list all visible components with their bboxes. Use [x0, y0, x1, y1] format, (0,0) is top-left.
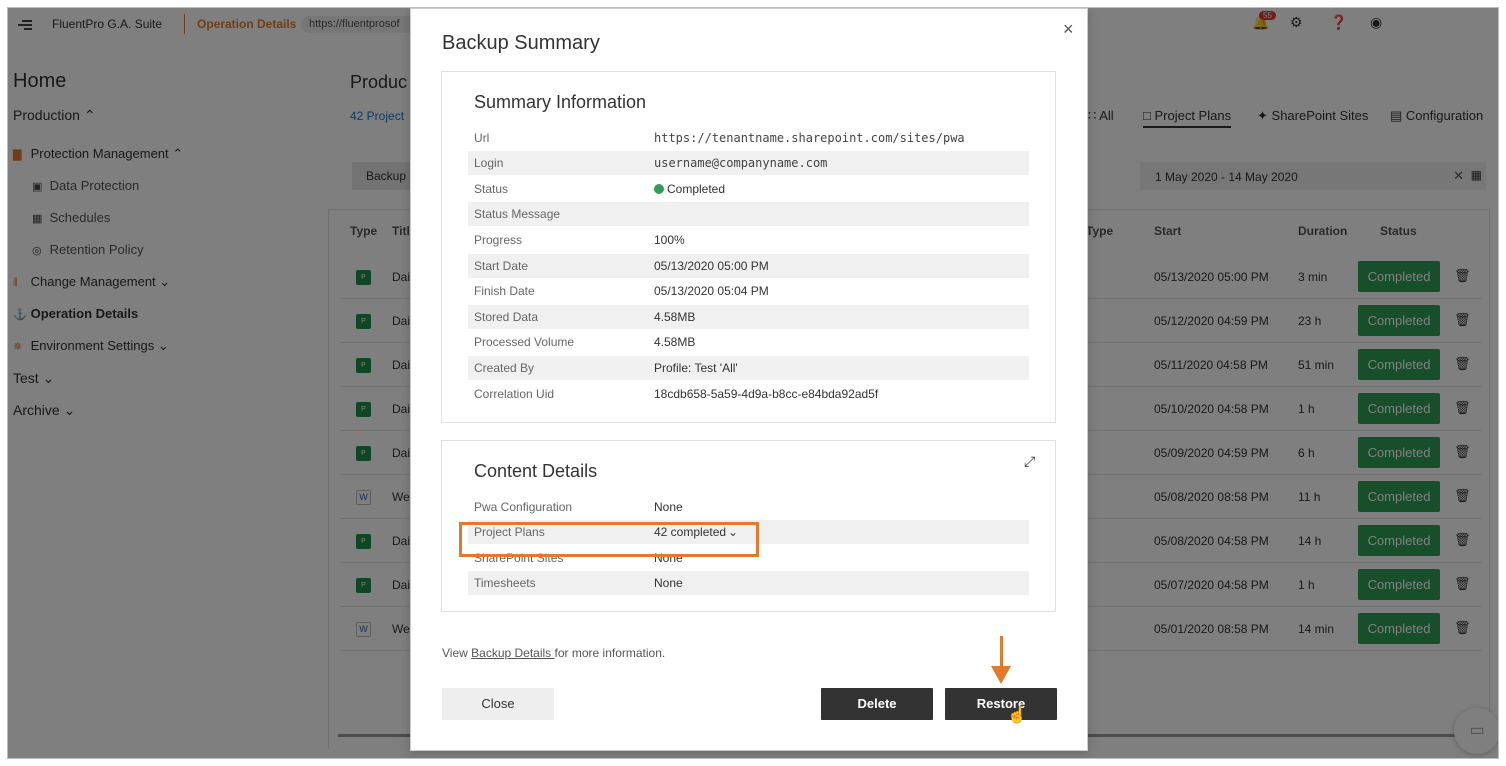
close-icon[interactable]: ×: [1063, 19, 1074, 40]
summary-card: Summary Information Url https://tenantnam…: [441, 71, 1056, 423]
field-value: 4.58MB: [654, 335, 696, 349]
field-label: Status Message: [474, 207, 561, 221]
backup-summary-dialog: Backup Summary × Summary Information Url…: [410, 8, 1088, 751]
summary-heading: Summary Information: [474, 92, 647, 112]
field-value: None: [654, 576, 683, 590]
field-correlation-uid: Correlation Uid 18cdb658-5a59-4d9a-b8cc-e…: [468, 382, 1029, 406]
field-finish-date: Finish Date 05/13/2020 05:04 PM: [468, 279, 1029, 303]
status-dot-icon: [654, 184, 664, 194]
field-timesheets: Timesheets None: [468, 571, 1029, 595]
dialog-title: Backup Summary: [442, 32, 600, 54]
field-value: 05/13/2020 05:00 PM: [654, 259, 769, 273]
field-label: Url: [474, 131, 490, 145]
field-pwa-configuration: Pwa Configuration None: [468, 495, 1029, 519]
restore-button[interactable]: Restore: [945, 688, 1057, 720]
field-label: Progress: [474, 233, 523, 247]
pointer-arrow-icon: [991, 636, 1011, 684]
field-value: 18cdb658-5a59-4d9a-b8cc-e84bda92ad5f: [654, 387, 879, 401]
field-value: username@companyname.com: [654, 156, 828, 170]
field-progress: Progress 100%: [468, 228, 1029, 252]
field-login: Login username@companyname.com: [468, 151, 1029, 175]
field-url: Url https://tenantname.sharepoint.com/sit…: [468, 126, 1029, 150]
content-heading: Content Details: [474, 461, 598, 481]
delete-button[interactable]: Delete: [821, 688, 933, 720]
field-label: Pwa Configuration: [474, 500, 573, 514]
footer-prefix: View: [442, 646, 472, 660]
field-start-date: Start Date 05/13/2020 05:00 PM: [468, 254, 1029, 278]
field-label: Finish Date: [474, 284, 535, 298]
field-label: Created By: [474, 361, 535, 375]
field-label: Processed Volume: [474, 335, 575, 349]
field-value: Completed: [667, 182, 726, 196]
field-created-by: Created By Profile: Test 'All': [468, 356, 1029, 380]
footer-note: View Backup Details for more information…: [442, 646, 665, 660]
expand-icon[interactable]: ⤢: [1024, 453, 1035, 470]
field-value: https://tenantname.sharepoint.com/sites/…: [654, 131, 965, 145]
field-value: 05/13/2020 05:04 PM: [654, 284, 769, 298]
field-label: Login: [474, 156, 504, 170]
field-label: Status: [474, 182, 509, 196]
field-value: None: [654, 500, 683, 514]
field-label: Stored Data: [474, 310, 539, 324]
field-label: Start Date: [474, 259, 529, 273]
field-stored-data: Stored Data 4.58MB: [468, 305, 1029, 329]
close-button[interactable]: Close: [442, 688, 554, 720]
field-label: Correlation Uid: [474, 387, 555, 401]
highlight-box: [459, 522, 759, 557]
field-status: Status Completed: [468, 177, 1029, 201]
field-processed-volume: Processed Volume 4.58MB: [468, 330, 1029, 354]
footer-suffix: for more information.: [554, 646, 666, 660]
field-value: Profile: Test 'All': [654, 361, 738, 375]
hand-cursor-icon: ☝: [1007, 707, 1027, 724]
field-value: 100%: [654, 233, 685, 247]
field-value: 4.58MB: [654, 310, 696, 324]
app-window: FluentPro G.A. Suite Operation Details h…: [7, 7, 1499, 759]
field-status-message: Status Message: [468, 202, 1029, 226]
backup-details-link[interactable]: Backup Details: [471, 646, 554, 660]
field-label: Timesheets: [474, 576, 536, 590]
